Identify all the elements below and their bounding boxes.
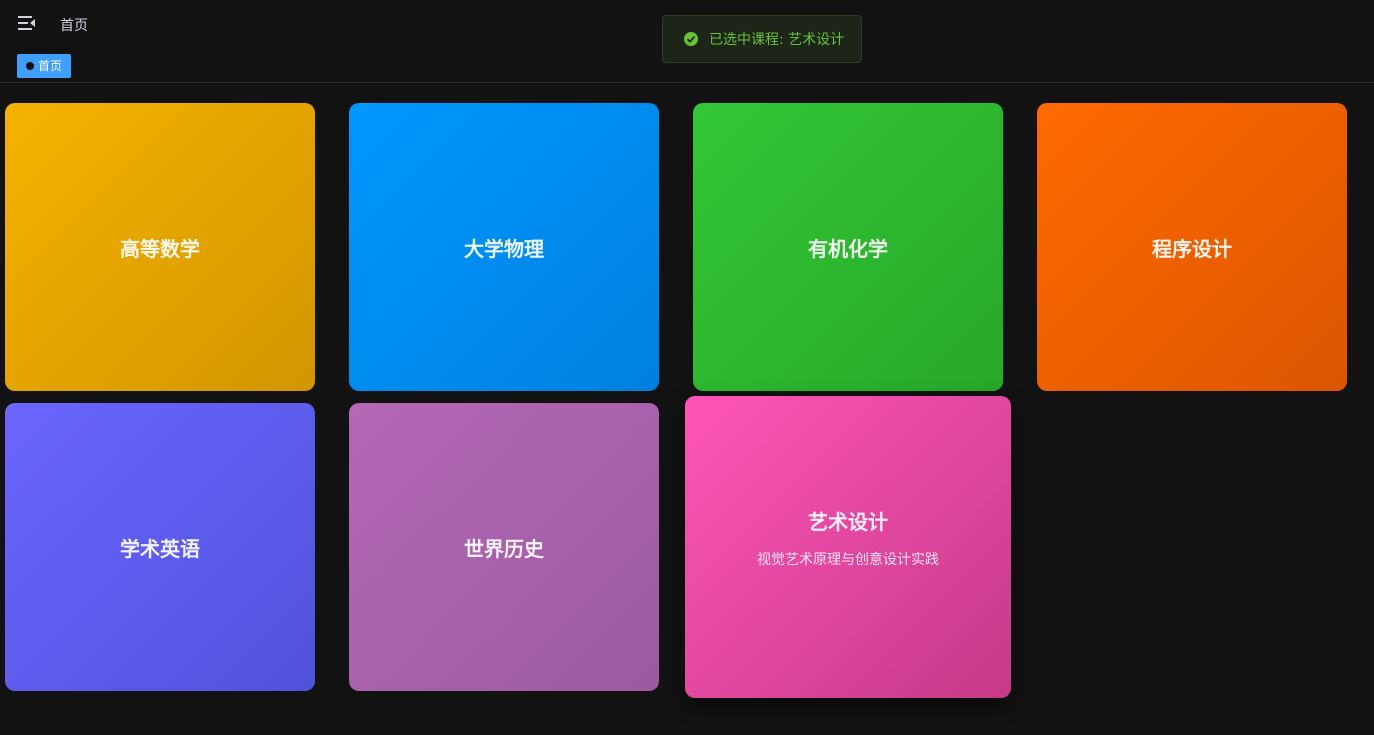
course-title: 有机化学 xyxy=(808,236,888,261)
course-title: 程序设计 xyxy=(1152,236,1232,261)
tag-active-dot-icon xyxy=(26,62,34,70)
course-title: 学术英语 xyxy=(120,536,200,561)
course-card-history[interactable]: 世界历史 xyxy=(349,403,659,691)
toast-message: 已选中课程: 艺术设计 xyxy=(709,32,845,48)
check-circle-icon xyxy=(684,32,698,46)
success-toast: 已选中课程: 艺术设计 xyxy=(662,15,862,63)
menu-fold-icon[interactable] xyxy=(17,14,37,32)
tag-home[interactable]: 首页 xyxy=(17,54,72,78)
header-divider xyxy=(0,82,1374,83)
course-title: 大学物理 xyxy=(464,236,544,261)
course-card-physics[interactable]: 大学物理 xyxy=(349,103,659,391)
tag-label: 首页 xyxy=(38,59,63,73)
course-card-programming[interactable]: 程序设计 xyxy=(1037,103,1347,391)
breadcrumb: 首页 xyxy=(60,18,88,34)
course-title: 高等数学 xyxy=(120,236,200,261)
course-card-chemistry[interactable]: 有机化学 xyxy=(693,103,1003,391)
course-card-math[interactable]: 高等数学 xyxy=(5,103,315,391)
course-card-art-design[interactable]: 艺术设计 视觉艺术原理与创意设计实践 xyxy=(685,396,1011,698)
course-card-english[interactable]: 学术英语 xyxy=(5,403,315,691)
course-subtitle: 视觉艺术原理与创意设计实践 xyxy=(757,551,939,568)
course-title: 世界历史 xyxy=(464,536,544,561)
course-title: 艺术设计 xyxy=(808,509,888,534)
